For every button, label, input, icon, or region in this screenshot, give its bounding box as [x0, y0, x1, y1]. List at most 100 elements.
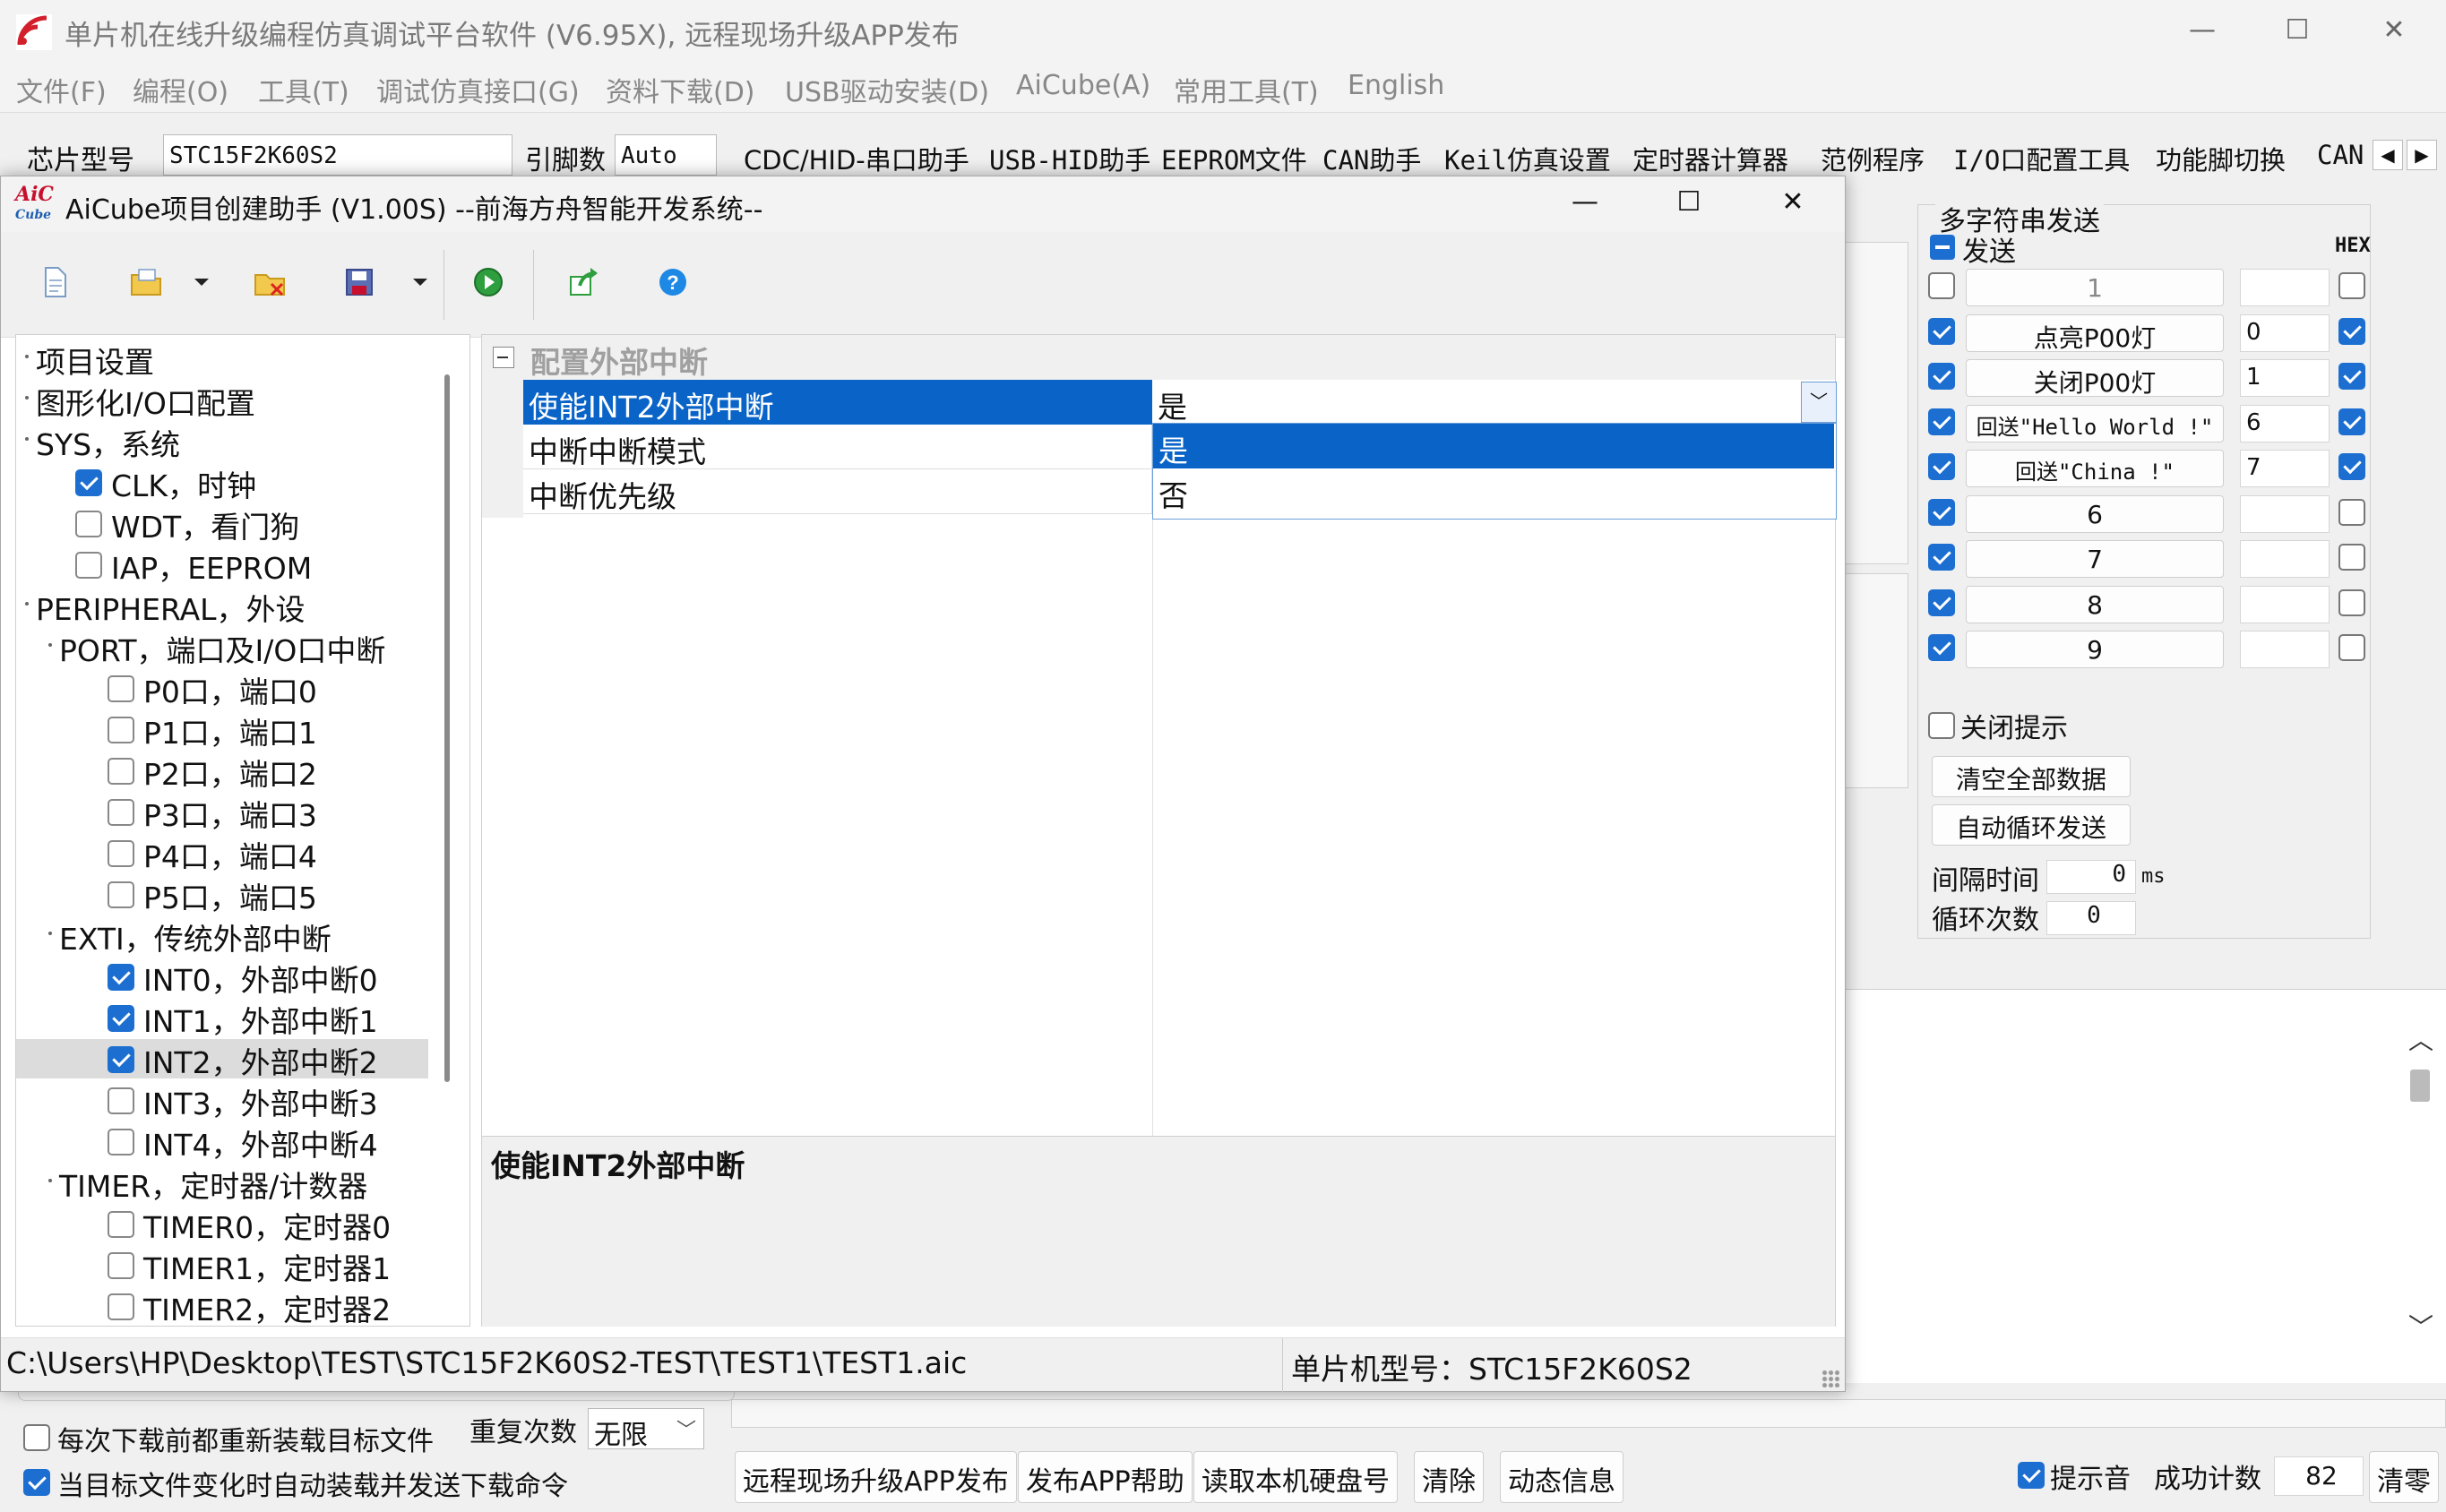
dropdown-option-no[interactable]: 否	[1153, 470, 1834, 515]
tree-node[interactable]: P0口，端口0	[143, 668, 317, 711]
send-row-value[interactable]	[2240, 585, 2330, 623]
tree-scrollbar[interactable]	[444, 374, 450, 1082]
send-row-button[interactable]: 点亮P00灯	[1966, 314, 2224, 353]
dialog-close-button[interactable]: ✕	[1741, 176, 1845, 232]
property-priority[interactable]: 中断优先级	[523, 469, 1152, 514]
clear-all-button[interactable]: 清空全部数据	[1932, 756, 2131, 797]
tab-pin-switch[interactable]: 功能脚切换	[2156, 134, 2286, 188]
send-row-checkbox[interactable]	[1928, 544, 1955, 571]
menu-english[interactable]: English	[1348, 70, 1444, 101]
chip-model-select[interactable]: STC15F2K60S2	[163, 134, 512, 176]
tree-node[interactable]: P4口，端口4	[143, 833, 317, 876]
help-icon[interactable]: ?	[655, 264, 691, 300]
tree-node-checkbox[interactable]	[108, 717, 134, 743]
open-dropdown-icon[interactable]	[191, 264, 212, 300]
send-row-button[interactable]: 8	[1966, 585, 2224, 623]
send-row-checkbox[interactable]	[1928, 453, 1955, 480]
open-folder-icon[interactable]	[128, 264, 164, 300]
tab-io-config[interactable]: I/O口配置工具	[1953, 134, 2130, 188]
tree-node[interactable]: INT3，外部中断3	[143, 1080, 378, 1123]
run-icon[interactable]	[470, 264, 506, 300]
send-row-button[interactable]: 1	[1966, 269, 2224, 306]
send-row-checkbox[interactable]	[1928, 498, 1955, 526]
send-row-value[interactable]	[2240, 269, 2330, 306]
property-enable-int2[interactable]: 使能INT2外部中断	[523, 380, 1152, 425]
send-row-button[interactable]: 关闭P00灯	[1966, 359, 2224, 398]
tree-node[interactable]: 图形化I/O口配置	[36, 380, 255, 423]
main-maximize-button[interactable]: ☐	[2245, 0, 2349, 64]
value-dropdown-list[interactable]: 是 否	[1152, 423, 1837, 520]
send-row-value[interactable]: 6	[2240, 404, 2330, 442]
property-trigger-mode[interactable]: 中断中断模式	[523, 425, 1152, 469]
tab-scroll-right-icon[interactable]: ▶	[2407, 140, 2437, 170]
send-all-toggle[interactable]	[1930, 235, 1955, 260]
send-row-button[interactable]: 回送"Hello World !"	[1966, 404, 2224, 442]
beep-checkbox[interactable]	[2018, 1462, 2045, 1489]
log-scrollbar[interactable]: ︿ ﹀	[2405, 1021, 2437, 1353]
tree-node[interactable]: TIMER，定时器/计数器	[59, 1163, 367, 1206]
tree-expander-icon[interactable]	[48, 1179, 52, 1182]
dropdown-chevron-icon[interactable]: ﹀	[1801, 382, 1837, 423]
hex-row-checkbox[interactable]	[2338, 634, 2365, 661]
scroll-thumb[interactable]	[2410, 1070, 2430, 1102]
hex-row-checkbox[interactable]	[2338, 544, 2365, 571]
tree-expander-icon[interactable]	[25, 396, 29, 399]
menu-usb-driver[interactable]: USB驱动安装(D)	[785, 70, 989, 109]
dialog-minimize-button[interactable]: —	[1533, 176, 1637, 232]
tree-node[interactable]: PERIPHERAL，外设	[36, 586, 306, 629]
tree-node-checkbox[interactable]	[108, 1087, 134, 1114]
save-dropdown-icon[interactable]	[409, 264, 431, 300]
tree-node-checkbox[interactable]	[108, 964, 134, 991]
tree-node-checkbox[interactable]	[108, 1129, 134, 1155]
interval-input[interactable]: 0	[2046, 860, 2136, 894]
tree-expander-icon[interactable]	[48, 932, 52, 935]
tree-node[interactable]: INT0，外部中断0	[143, 957, 378, 1000]
tab-scroll-left-icon[interactable]: ◀	[2373, 140, 2403, 170]
tree-node-checkbox[interactable]	[108, 758, 134, 785]
tree-node-checkbox[interactable]	[108, 881, 134, 908]
publish-help-button[interactable]: 发布APP帮助	[1018, 1451, 1193, 1503]
tree-node-checkbox[interactable]	[108, 840, 134, 867]
tree-node[interactable]: INT2，外部中断2	[143, 1039, 378, 1082]
send-row-value[interactable]: 7	[2240, 450, 2330, 487]
send-row-checkbox[interactable]	[1928, 272, 1955, 299]
resize-grip-icon[interactable]	[1822, 1370, 1839, 1387]
hex-row-checkbox[interactable]	[2338, 272, 2365, 299]
tree-node-checkbox[interactable]	[108, 1005, 134, 1032]
main-close-button[interactable]: ✕	[2342, 0, 2446, 64]
auto-loop-button[interactable]: 自动循环发送	[1932, 804, 2131, 846]
collapse-icon[interactable]	[493, 347, 514, 368]
auto-reload-checkbox[interactable]	[23, 1469, 50, 1496]
tree-expander-icon[interactable]	[25, 602, 29, 606]
reload-each-checkbox[interactable]	[23, 1424, 50, 1451]
menu-common-tools[interactable]: 常用工具(T)	[1174, 70, 1319, 109]
tree-node[interactable]: TIMER2，定时器2	[143, 1286, 391, 1326]
send-row-value[interactable]: 1	[2240, 359, 2330, 397]
tree-node[interactable]: INT1，外部中断1	[143, 998, 378, 1041]
new-file-icon[interactable]	[37, 264, 73, 300]
send-row-value[interactable]	[2240, 631, 2330, 668]
tree-node[interactable]: P2口，端口2	[143, 751, 317, 794]
loop-count-input[interactable]: 0	[2046, 901, 2136, 935]
tree-node-checkbox[interactable]	[108, 1252, 134, 1279]
save-icon[interactable]	[341, 264, 377, 300]
send-row-value[interactable]	[2240, 540, 2330, 578]
tree-node[interactable]: P3口，端口3	[143, 792, 317, 835]
tree-node[interactable]: TIMER0，定时器0	[143, 1204, 391, 1247]
tree-expander-icon[interactable]	[48, 643, 52, 647]
main-minimize-button[interactable]: —	[2150, 0, 2254, 64]
tree-node[interactable]: IAP，EEPROM	[111, 545, 312, 588]
tree-node-checkbox[interactable]	[108, 1293, 134, 1320]
tree-node[interactable]: P5口，端口5	[143, 874, 317, 917]
menu-file[interactable]: 文件(F)	[16, 70, 107, 109]
tree-node-checkbox[interactable]	[75, 511, 102, 537]
hex-row-checkbox[interactable]	[2338, 498, 2365, 526]
read-disk-button[interactable]: 读取本机硬盘号	[1193, 1451, 1398, 1503]
tree-node-checkbox[interactable]	[108, 675, 134, 702]
dropdown-option-yes[interactable]: 是	[1153, 424, 1834, 468]
hex-row-checkbox[interactable]	[2338, 363, 2365, 390]
tree-node-checkbox[interactable]	[75, 469, 102, 496]
menu-tools[interactable]: 工具(T)	[258, 70, 349, 109]
tree-node[interactable]: P1口，端口1	[143, 709, 317, 752]
close-hint-checkbox[interactable]	[1928, 712, 1955, 739]
